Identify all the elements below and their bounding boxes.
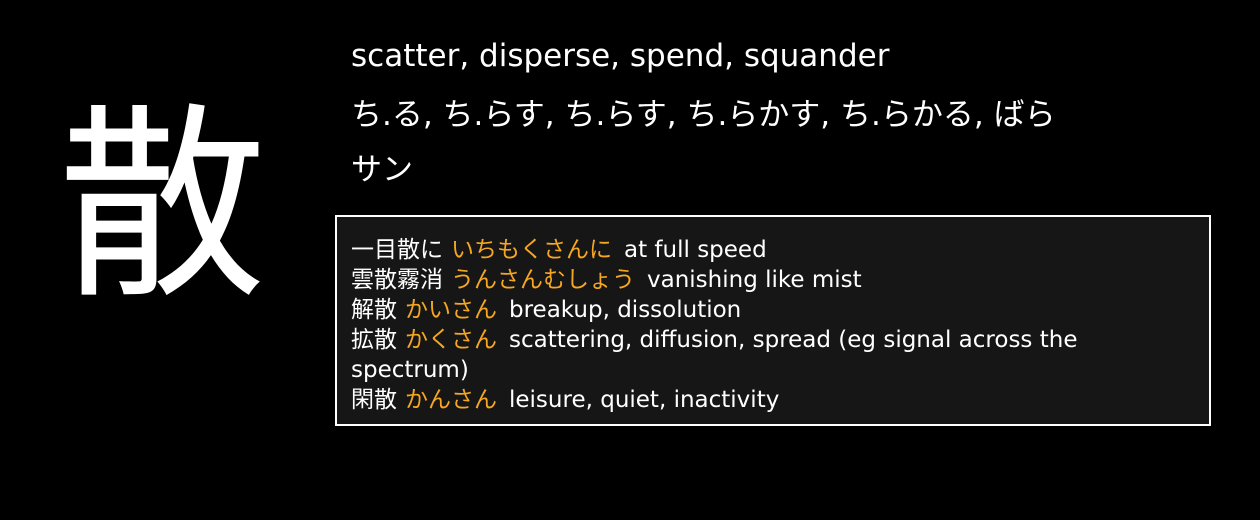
example-reading: いちもくさんに bbox=[451, 237, 612, 263]
example-reading: かいさん bbox=[405, 297, 497, 323]
example-gloss: vanishing like mist bbox=[647, 267, 862, 293]
example-reading: かんさん bbox=[405, 387, 497, 413]
example-word: 一目散に bbox=[351, 237, 443, 263]
example-row: 解散 かいさん breakup, dissolution bbox=[351, 295, 1195, 325]
example-word: 拡散 bbox=[351, 327, 397, 353]
example-word: 閑散 bbox=[351, 387, 397, 413]
examples-panel: 一目散に いちもくさんに at full speed 雲散霧消 うんさんむしょう van… bbox=[335, 215, 1211, 426]
example-reading: かくさん bbox=[405, 327, 497, 353]
example-gloss: leisure, quiet, inactivity bbox=[509, 387, 780, 413]
example-gloss: at full speed bbox=[624, 237, 767, 263]
kanji-meaning: scatter, disperse, spend, squander bbox=[351, 38, 890, 74]
example-row: 一目散に いちもくさんに at full speed bbox=[351, 235, 1195, 265]
example-row: 拡散 かくさん scattering, diffusion, spread (eg … bbox=[351, 325, 1195, 385]
example-row: 閑散 かんさん leisure, quiet, inactivity bbox=[351, 385, 1195, 415]
example-gloss: breakup, dissolution bbox=[509, 297, 742, 323]
example-row: 雲散霧消 うんさんむしょう vanishing like mist bbox=[351, 265, 1195, 295]
example-word: 解散 bbox=[351, 297, 397, 323]
on-readings: サン bbox=[351, 152, 413, 188]
example-reading: うんさんむしょう bbox=[451, 267, 635, 293]
example-word: 雲散霧消 bbox=[351, 267, 443, 293]
kun-readings: ち.る, ち.らす, ち.らす, ち.らかす, ち.らかる, ばら bbox=[351, 97, 1056, 133]
kanji-character: 散 bbox=[58, 86, 267, 328]
